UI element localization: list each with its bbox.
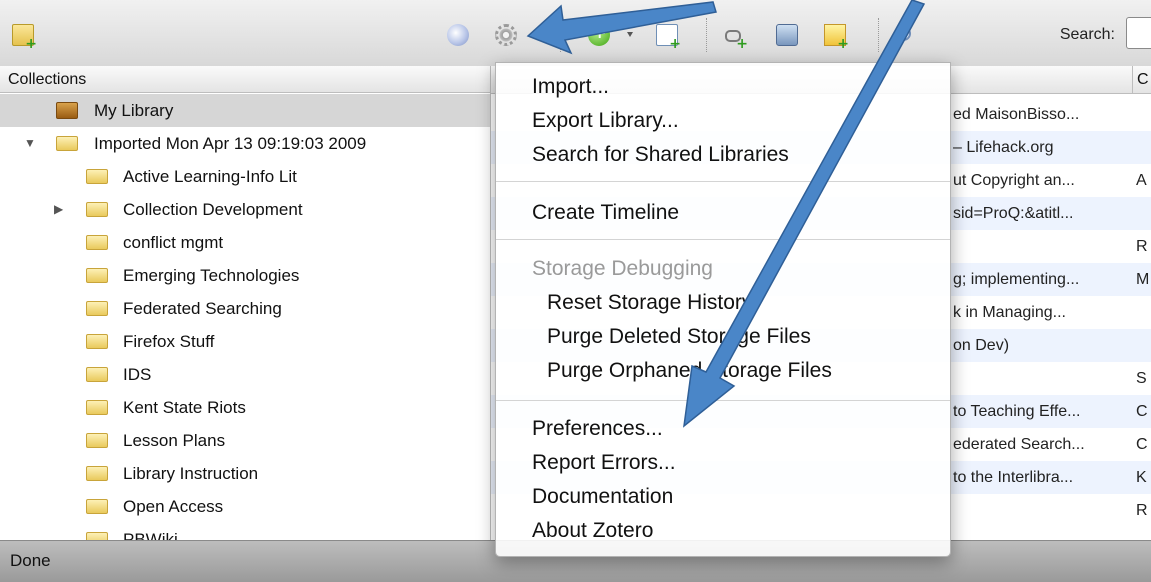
menu-item-export-library[interactable]: Export Library... (532, 109, 679, 133)
menu-separator (496, 239, 950, 240)
snapshot-icon[interactable] (776, 24, 798, 46)
twisty-collapsed-icon[interactable]: ▶ (54, 193, 63, 226)
item-title: to Teaching Effe... (953, 403, 1081, 420)
menu-item-report-errors[interactable]: Report Errors... (532, 451, 676, 475)
folder-icon (86, 532, 108, 540)
collection-item[interactable]: Firefox Stuff (0, 325, 490, 358)
item-creator: C (1136, 436, 1148, 453)
toolbar-separator (878, 18, 879, 52)
collection-item[interactable]: Federated Searching (0, 292, 490, 325)
collection-item[interactable]: Open Access (0, 490, 490, 523)
menu-item-preferences[interactable]: Preferences... (532, 417, 663, 441)
item-creator: R (1136, 502, 1148, 519)
collection-label: conflict mgmt (123, 233, 224, 252)
folder-icon (86, 499, 108, 514)
item-creator: S (1136, 370, 1147, 387)
item-creator: M (1136, 271, 1150, 288)
item-creator: K (1136, 469, 1147, 486)
collection-label: Lesson Plans (123, 431, 226, 450)
collection-label: Collection Development (123, 200, 303, 219)
collection-label: Kent State Riots (123, 398, 246, 417)
folder-icon (86, 433, 108, 448)
actions-menu: Import... Export Library... Search for S… (495, 62, 951, 557)
menu-item-documentation[interactable]: Documentation (532, 485, 673, 509)
chevron-down-icon[interactable] (627, 32, 633, 37)
creator-column-header[interactable]: C (1132, 66, 1149, 93)
item-creator: C (1136, 403, 1148, 420)
collection-item[interactable]: PBWiki (0, 523, 490, 540)
folder-icon (86, 301, 108, 316)
item-creator: A (1136, 172, 1147, 189)
collection-label: Imported Mon Apr 13 09:19:03 2009 (94, 134, 367, 153)
folder-icon (86, 235, 108, 250)
collection-item[interactable]: Emerging Technologies (0, 259, 490, 292)
menu-separator (496, 400, 950, 401)
collection-label: IDS (123, 365, 152, 384)
item-title: sid=ProQ:&atitl... (953, 205, 1074, 222)
folder-icon (86, 268, 108, 283)
item-creator: R (1136, 238, 1148, 255)
menu-separator (496, 181, 950, 182)
folder-icon (86, 334, 108, 349)
item-title: to the Interlibra... (953, 469, 1074, 486)
library-icon (56, 102, 78, 119)
menu-item-import[interactable]: Import... (532, 75, 609, 99)
toolbar-separator (560, 18, 561, 52)
collections-header[interactable]: Collections (0, 66, 490, 93)
new-item-icon[interactable] (588, 23, 610, 46)
new-collection-icon[interactable] (12, 24, 37, 52)
folder-icon (56, 136, 78, 151)
folder-icon (86, 202, 108, 217)
toolbar: Search: (0, 0, 1151, 67)
search-icon[interactable] (896, 26, 911, 41)
link-page-icon[interactable] (724, 24, 748, 52)
menu-item-purge-orphaned-storage-files[interactable]: Purge Orphaned Storage Files (547, 359, 832, 383)
new-item-from-page-icon[interactable] (656, 24, 681, 52)
search-input[interactable] (1126, 17, 1151, 49)
menu-item-purge-deleted-storage-files[interactable]: Purge Deleted Storage Files (547, 325, 811, 349)
collection-item[interactable]: ▶ Collection Development (0, 193, 490, 226)
twisty-expanded-icon[interactable]: ▼ (24, 127, 36, 160)
collection-label: PBWiki (123, 530, 178, 540)
sync-icon[interactable] (447, 24, 469, 46)
item-title: on Dev) (953, 337, 1010, 354)
menu-item-reset-storage-history[interactable]: Reset Storage History (547, 291, 752, 315)
folder-icon (86, 466, 108, 481)
menu-item-create-timeline[interactable]: Create Timeline (532, 201, 679, 225)
collection-label: My Library (94, 101, 174, 120)
folder-icon (86, 400, 108, 415)
new-note-icon[interactable] (824, 24, 849, 52)
menu-item-search-shared-libraries[interactable]: Search for Shared Libraries (532, 143, 789, 167)
collection-label: Emerging Technologies (123, 266, 300, 285)
item-title: ut Copyright an... (953, 172, 1075, 189)
collection-my-library[interactable]: My Library (0, 94, 490, 127)
collection-item[interactable]: Library Instruction (0, 457, 490, 490)
collection-label: Open Access (123, 497, 224, 516)
collection-label: Active Learning-Info Lit (123, 167, 297, 186)
collection-item[interactable]: conflict mgmt (0, 226, 490, 259)
folder-icon (86, 169, 108, 184)
collection-item[interactable]: Kent State Riots (0, 391, 490, 424)
gear-icon[interactable] (495, 24, 517, 46)
toolbar-separator (706, 18, 707, 52)
collection-item[interactable]: Active Learning-Info Lit (0, 160, 490, 193)
collection-label: Library Instruction (123, 464, 259, 483)
collection-label: Firefox Stuff (123, 332, 215, 351)
item-title: g; implementing... (953, 271, 1080, 288)
item-title: ederated Search... (953, 436, 1085, 453)
collection-imported[interactable]: ▼ Imported Mon Apr 13 09:19:03 2009 (0, 127, 490, 160)
status-text: Done (10, 551, 51, 570)
collection-item[interactable]: Lesson Plans (0, 424, 490, 457)
item-title: ed MaisonBisso... (953, 106, 1080, 123)
folder-icon (86, 367, 108, 382)
collections-pane: Collections My Library ▼ Imported Mon Ap… (0, 66, 490, 540)
menu-item-about-zotero[interactable]: About Zotero (532, 519, 653, 543)
item-title: k in Managing... (953, 304, 1066, 321)
collection-item[interactable]: IDS (0, 358, 490, 391)
search-label: Search: (1059, 26, 1115, 43)
menu-heading-storage-debugging: Storage Debugging (532, 257, 713, 280)
item-title: – Lifehack.org (953, 139, 1054, 156)
collection-label: Federated Searching (123, 299, 282, 318)
